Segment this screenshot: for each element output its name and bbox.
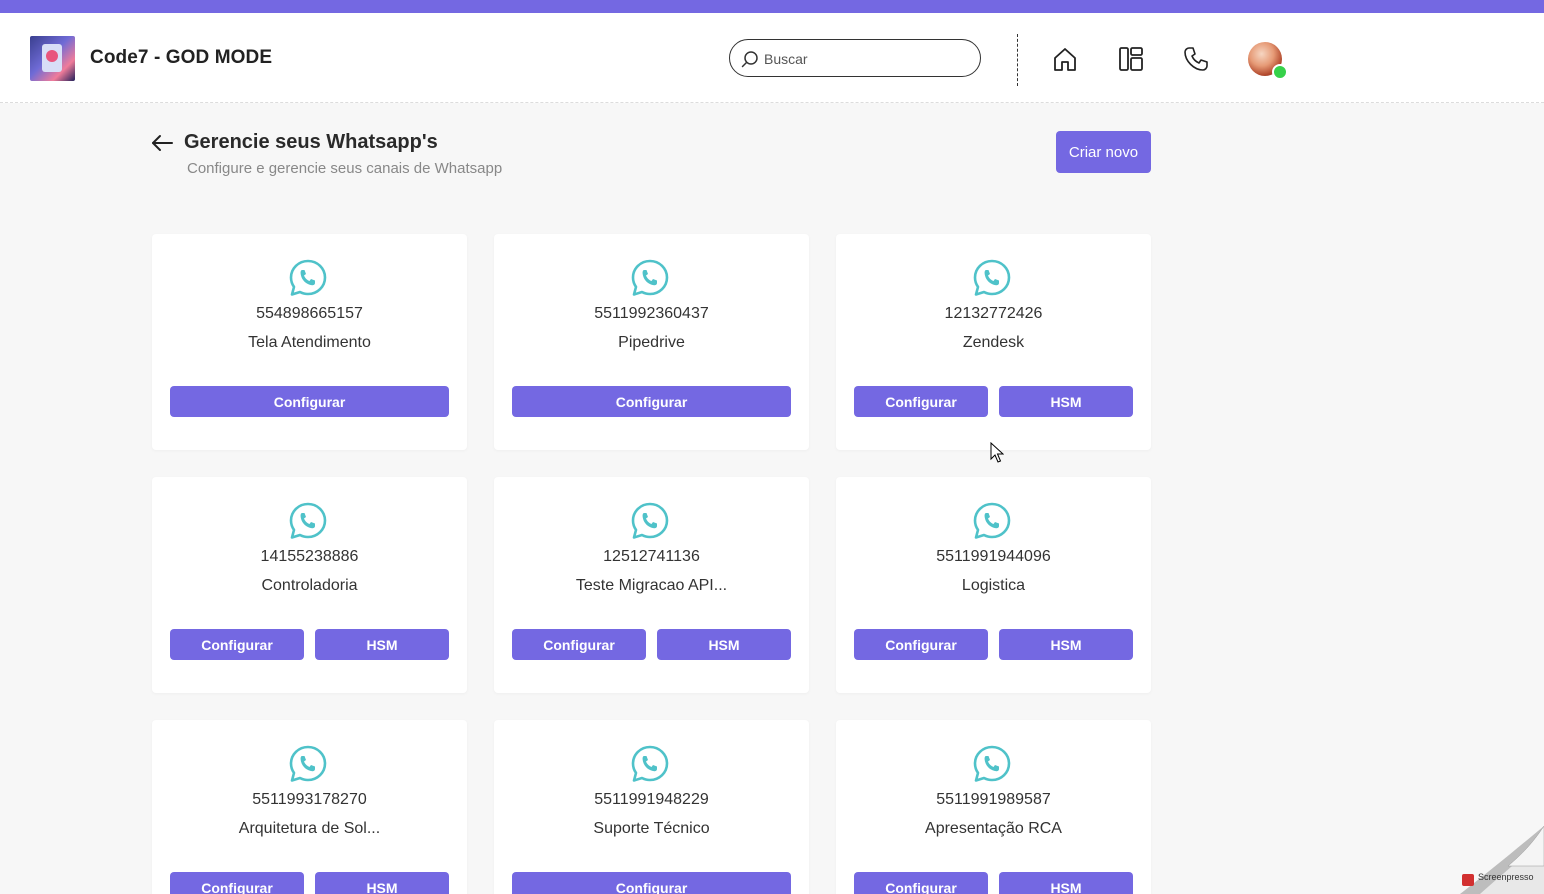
whatsapp-channel-card: 5511991948229 Suporte Técnico Configurar xyxy=(494,720,809,894)
channel-phone-number: 554898665157 xyxy=(256,305,363,322)
channel-name: Apresentação RCA xyxy=(925,820,1062,837)
configure-button[interactable]: Configurar xyxy=(512,629,646,660)
channel-name: Zendesk xyxy=(962,334,1025,351)
top-accent-bar xyxy=(0,0,1544,13)
channel-phone-number: 5511991944096 xyxy=(936,548,1051,565)
channel-name: Teste Migracao API... xyxy=(575,577,728,594)
configure-button[interactable]: Configurar xyxy=(512,872,791,894)
search-icon xyxy=(741,51,758,68)
channel-phone-number: 12132772426 xyxy=(944,305,1043,322)
whatsapp-icon xyxy=(973,502,1011,539)
channel-phone-number: 14155238886 xyxy=(260,548,359,565)
whatsapp-channel-card: 5511991944096 Logistica Configurar HSM xyxy=(836,477,1151,693)
configure-button[interactable]: Configurar xyxy=(854,629,988,660)
search-input[interactable] xyxy=(764,49,964,69)
channel-phone-number: 5511993178270 xyxy=(252,791,367,808)
dashboard-icon[interactable] xyxy=(1117,45,1145,73)
phone-icon[interactable] xyxy=(1182,45,1210,73)
configure-button[interactable]: Configurar xyxy=(854,386,988,417)
channel-name: Pipedrive xyxy=(618,334,685,351)
hsm-button[interactable]: HSM xyxy=(657,629,791,660)
channel-phone-number: 5511991948229 xyxy=(594,791,709,808)
app-header: Code7 - GOD MODE xyxy=(0,13,1544,103)
channel-name: Controladoria xyxy=(261,577,358,594)
whatsapp-channel-card: 5511991989587 Apresentação RCA Configurar H… xyxy=(836,720,1151,894)
page-curl-watermark xyxy=(1460,826,1544,894)
channel-phone-number: 5511991989587 xyxy=(936,791,1051,808)
hsm-button[interactable]: HSM xyxy=(999,386,1133,417)
header-divider xyxy=(1017,34,1018,86)
create-new-button[interactable]: Criar novo xyxy=(1056,131,1151,173)
whatsapp-icon xyxy=(631,745,669,782)
whatsapp-icon xyxy=(289,502,327,539)
mouse-cursor-icon xyxy=(990,442,1004,463)
whatsapp-channel-card: 5511992360437 Pipedrive Configurar xyxy=(494,234,809,450)
configure-button[interactable]: Configurar xyxy=(512,386,791,417)
watermark-text: Screenpresso xyxy=(1478,872,1534,882)
whatsapp-channel-card: 12132772426 Zendesk Configurar HSM xyxy=(836,234,1151,450)
page-subtitle: Configure e gerencie seus canais de What… xyxy=(187,160,503,177)
hsm-button[interactable]: HSM xyxy=(999,629,1133,660)
search-box[interactable] xyxy=(729,39,981,77)
app-title: Code7 - GOD MODE xyxy=(90,47,273,68)
whatsapp-icon xyxy=(631,259,669,296)
hsm-button[interactable]: HSM xyxy=(999,872,1133,894)
whatsapp-icon xyxy=(973,259,1011,296)
channel-phone-number: 5511992360437 xyxy=(594,305,709,322)
online-status-dot xyxy=(1272,64,1288,80)
configure-button[interactable]: Configurar xyxy=(170,386,449,417)
whatsapp-icon xyxy=(631,502,669,539)
hsm-button[interactable]: HSM xyxy=(315,872,449,894)
whatsapp-icon xyxy=(973,745,1011,782)
home-icon[interactable] xyxy=(1051,45,1079,73)
channel-phone-number: 12512741136 xyxy=(603,548,700,565)
hsm-button[interactable]: HSM xyxy=(315,629,449,660)
channel-name: Logistica xyxy=(961,577,1026,594)
channel-name: Arquitetura de Sol... xyxy=(238,820,381,837)
app-logo[interactable] xyxy=(30,36,75,81)
whatsapp-icon xyxy=(289,745,327,782)
whatsapp-channel-card: 5511993178270 Arquitetura de Sol... Config… xyxy=(152,720,467,894)
whatsapp-channel-card: 554898665157 Tela Atendimento Configurar xyxy=(152,234,467,450)
whatsapp-channel-card: 14155238886 Controladoria Configurar HSM xyxy=(152,477,467,693)
channel-name: Suporte Técnico xyxy=(593,820,710,837)
page-title: Gerencie seus Whatsapp's xyxy=(184,131,438,153)
channel-name: Tela Atendimento xyxy=(248,334,371,351)
whatsapp-icon xyxy=(289,259,327,296)
back-arrow-icon[interactable] xyxy=(150,133,174,153)
configure-button[interactable]: Configurar xyxy=(854,872,988,894)
configure-button[interactable]: Configurar xyxy=(170,872,304,894)
whatsapp-channel-card: 12512741136 Teste Migracao API... Configur… xyxy=(494,477,809,693)
configure-button[interactable]: Configurar xyxy=(170,629,304,660)
